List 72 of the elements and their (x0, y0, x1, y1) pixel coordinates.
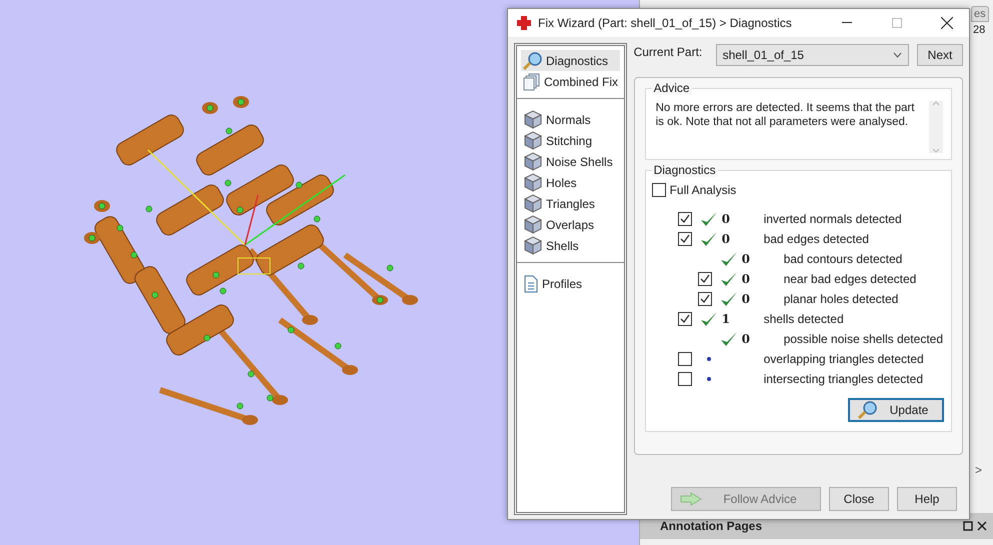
cube-icon (523, 215, 543, 234)
checkbox[interactable] (652, 183, 666, 197)
panel-title: Annotation Pages (660, 519, 762, 533)
window-title: Fix Wizard (Part: shell_01_of_15) > Diagnostics (538, 16, 793, 30)
sidebar-item[interactable]: Holes (521, 172, 620, 193)
dot-icon (706, 357, 711, 361)
sidebar-item[interactable]: Triangles (521, 193, 620, 214)
part-dropdown[interactable]: shell_01_of_15 (716, 44, 909, 66)
diagnostic-label: intersecting triangles detected (764, 372, 923, 386)
checkbox[interactable] (678, 312, 692, 326)
diagnostic-label: bad contours detected (784, 252, 902, 266)
cube-icon (523, 194, 543, 213)
chevron-down-icon (932, 148, 940, 153)
count-text: 0 (742, 252, 750, 266)
sidebar-item[interactable]: Noise Shells (521, 151, 620, 172)
minimize-icon (842, 22, 852, 24)
diagnostic-label: near bad edges detected (784, 272, 916, 286)
count-text: 1 (722, 312, 730, 326)
chevron-up-icon (932, 101, 940, 106)
sidebar-item[interactable]: Stitching (521, 130, 620, 151)
cube-icon (523, 152, 543, 171)
document-icon (523, 274, 539, 292)
advice-text: No more errors are detected. It seems that the part is ok. Note that not all parameters were analysed. (656, 101, 916, 130)
arrow-icon (680, 492, 702, 506)
pages-icon (523, 72, 541, 90)
search-icon (523, 52, 543, 70)
group-title: Diagnostics (652, 163, 718, 177)
checkbox[interactable] (678, 372, 692, 386)
scroll-arrow-text[interactable]: > (975, 463, 982, 477)
field-label: Current Part: (634, 45, 704, 59)
sidebar-item[interactable]: Diagnostics (521, 50, 620, 71)
diagnostic-label: inverted normals detected (764, 212, 902, 226)
count-text: 28 (972, 24, 986, 36)
sidebar-item[interactable]: Profiles (521, 273, 620, 294)
count-text: 0 (722, 232, 730, 246)
cross-icon (516, 15, 532, 31)
checkbox-label: Full Analysis (670, 183, 736, 197)
sidebar-item[interactable]: Shells (521, 235, 620, 256)
checkbox[interactable] (678, 212, 692, 226)
count-text: 0 (742, 332, 750, 346)
cube-icon (523, 131, 543, 150)
sidebar-item[interactable]: Combined Fix (521, 71, 620, 92)
maximize-icon (892, 18, 902, 28)
dot-icon (706, 377, 711, 381)
count-text: 0 (742, 292, 750, 306)
sidebar-item[interactable]: Normals (521, 109, 620, 130)
search-icon (858, 401, 878, 419)
close-icon (941, 17, 953, 29)
checkbox[interactable] (698, 292, 712, 306)
update-button[interactable]: Update (849, 399, 943, 421)
scrollbar[interactable] (929, 101, 943, 153)
cube-icon (523, 110, 543, 129)
diagnostic-label: planar holes detected (784, 292, 898, 306)
checkbox[interactable] (678, 232, 692, 246)
dialog-button[interactable]: Help (897, 487, 957, 511)
checkbox[interactable] (698, 272, 712, 286)
cube-icon (523, 173, 543, 192)
window-controls-icon[interactable] (963, 521, 987, 531)
panel-tab[interactable]: es (971, 6, 989, 22)
diagnostic-label: overlapping triangles detected (764, 352, 924, 366)
diagnostic-label: possible noise shells detected (784, 332, 943, 346)
cube-icon (523, 236, 543, 255)
next-button[interactable]: Next (917, 44, 963, 66)
count-text: 0 (742, 272, 750, 286)
dialog-button[interactable]: Close (829, 487, 889, 511)
diagnostic-label: bad edges detected (764, 232, 869, 246)
group-title: Advice (652, 81, 692, 95)
checkbox[interactable] (678, 352, 692, 366)
chevron-down-icon (893, 52, 902, 58)
diagnostic-label: shells detected (764, 312, 844, 326)
count-text: 0 (722, 212, 730, 226)
sidebar-item[interactable]: Overlaps (521, 214, 620, 235)
